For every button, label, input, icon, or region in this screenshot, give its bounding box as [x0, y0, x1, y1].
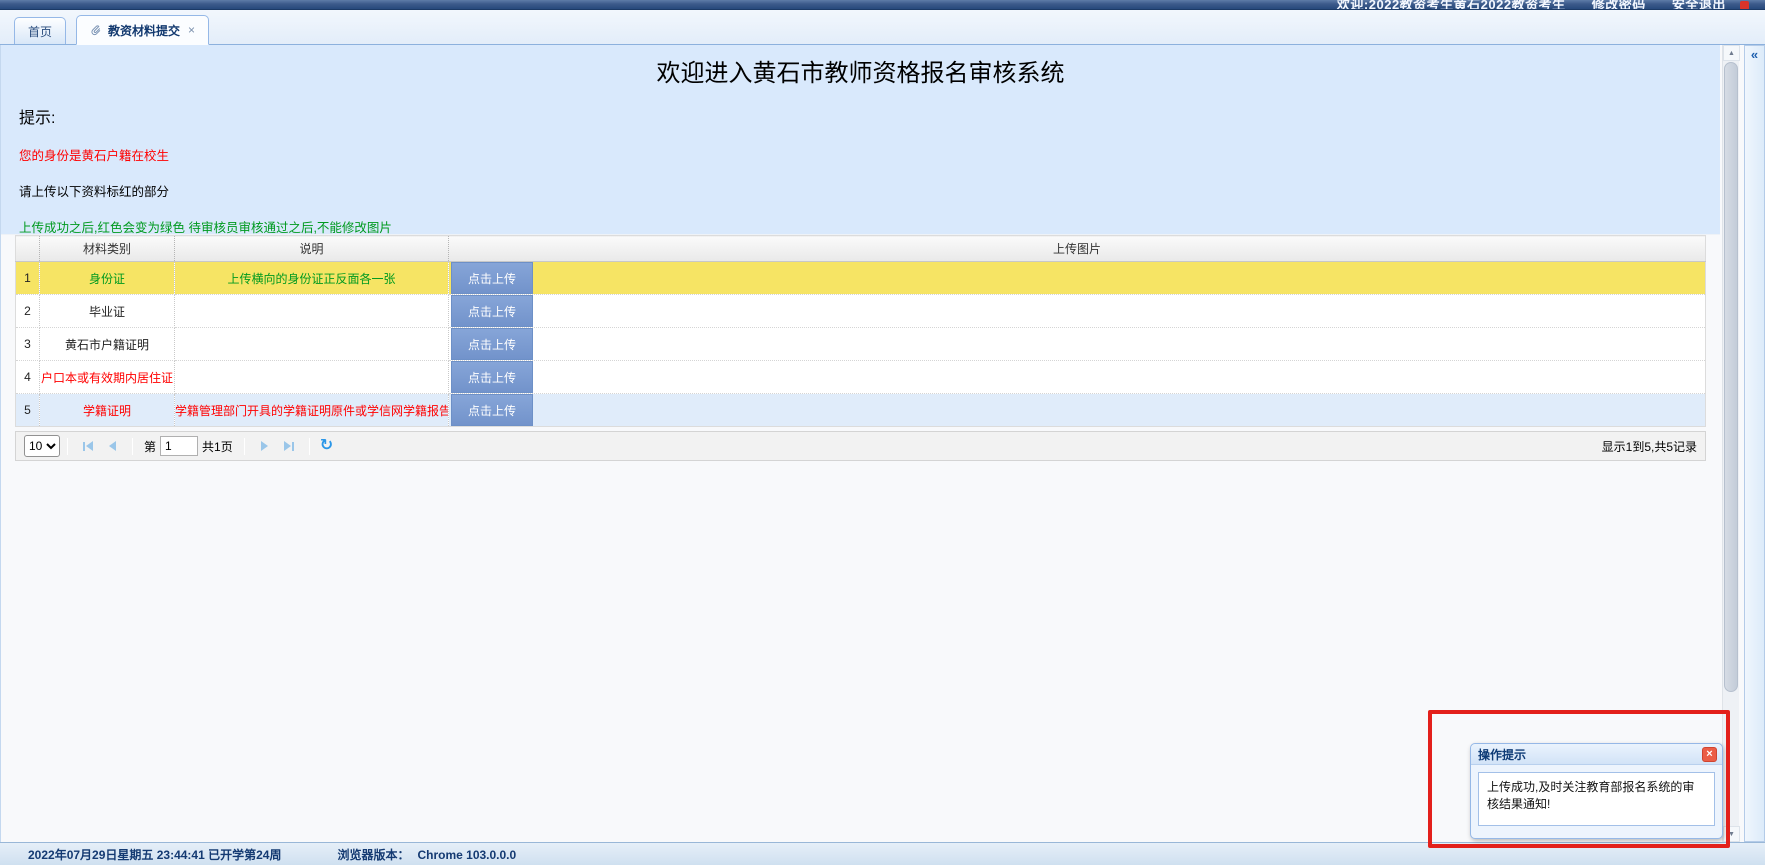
material-category: 身份证 [40, 262, 175, 295]
east-collapse-panel[interactable]: « [1744, 45, 1765, 842]
collapse-left-icon[interactable]: « [1751, 47, 1758, 62]
next-page-button[interactable] [252, 435, 277, 457]
table-header-row: 材料类别 说明 上传图片 [16, 236, 1706, 262]
material-description [175, 328, 449, 361]
material-description: 学籍管理部门开具的学籍证明原件或学信网学籍报告 [175, 394, 449, 427]
pager-separator [132, 438, 133, 455]
last-page-button[interactable] [277, 435, 302, 457]
status-browser-value: Chrome 103.0.0.0 [417, 848, 516, 862]
upload-cell: 点击上传 [449, 295, 1706, 328]
tab-bar: 首页 教资材料提交 × [0, 10, 1765, 45]
material-description [175, 361, 449, 394]
tips-label: 提示: [19, 104, 1720, 128]
row-index: 5 [16, 394, 40, 427]
popup-title: 操作提示 [1478, 746, 1526, 763]
table-row: 3 黄石市户籍证明 点击上传 [16, 328, 1706, 361]
close-icon[interactable]: × [1702, 747, 1717, 762]
pager-separator [309, 438, 310, 455]
table-row: 5 学籍证明 学籍管理部门开具的学籍证明原件或学信网学籍报告 点击上传 [16, 394, 1706, 427]
material-category: 户口本或有效期内居住证 [40, 361, 175, 394]
logout-link[interactable]: 安全退出 [1672, 0, 1726, 10]
vertical-scrollbar[interactable]: ▲ ▼ [1722, 45, 1739, 842]
row-index: 2 [16, 295, 40, 328]
tab-home[interactable]: 首页 [14, 17, 66, 44]
upload-cell: 点击上传 [449, 262, 1706, 295]
pager-separator [67, 438, 68, 455]
page-size-select[interactable]: 10 [24, 435, 60, 457]
popup-message: 上传成功,及时关注教育部报名系统的审核结果通知! [1478, 772, 1715, 826]
message-window-body: 上传成功,及时关注教育部报名系统的审核结果通知! [1471, 765, 1722, 833]
scrollbar-thumb[interactable] [1724, 62, 1738, 692]
scroll-up-icon[interactable]: ▲ [1723, 45, 1740, 61]
upload-cell: 点击上传 [449, 328, 1706, 361]
prev-page-button[interactable] [100, 435, 125, 457]
pager-summary: 显示1到5,共5记录 [1602, 438, 1697, 455]
status-browser-label: 浏览器版本： [337, 848, 409, 862]
tab-content-panel: 欢迎进入黄石市教师资格报名审核系统 提示: 您的身份是黄石户籍在校生 请上传以下… [0, 45, 1720, 842]
first-page-button[interactable] [75, 435, 100, 457]
paperclip-icon [90, 24, 102, 37]
logout-icon [1740, 1, 1749, 10]
welcome-text: 欢迎:2022教资考生黄石2022教资考生 [1337, 0, 1566, 10]
page-number-input[interactable] [160, 436, 198, 456]
topbar: 欢迎:2022教资考生黄石2022教资考生 修改密码 安全退出 [0, 0, 1765, 10]
table-row: 1 身份证 上传横向的身份证正反面各一张 点击上传 [16, 262, 1706, 295]
table-row: 2 毕业证 点击上传 [16, 295, 1706, 328]
last-page-icon [284, 441, 291, 451]
message-window-header: 操作提示 × [1471, 744, 1722, 765]
upload-button[interactable]: 点击上传 [451, 361, 533, 393]
tip-upload-status: 上传成功之后,红色会变为绿色 待审核员审核通过之后,不能修改图片 [19, 217, 1720, 236]
tip-upload-required: 请上传以下资料标红的部分 [19, 181, 1720, 200]
tip-identity: 您的身份是黄石户籍在校生 [19, 145, 1720, 164]
hints-section: 欢迎进入黄石市教师资格报名审核系统 提示: 您的身份是黄石户籍在校生 请上传以下… [1, 45, 1720, 235]
column-header-category: 材料类别 [40, 236, 175, 262]
row-index: 1 [16, 262, 40, 295]
row-index: 3 [16, 328, 40, 361]
page-label: 第 [144, 438, 156, 455]
pager: 10 第 共1页 ↻ 显示1到5,共5记录 [15, 431, 1706, 461]
status-bar: 2022年07月29日星期五 23:44:41 已开学第24周 浏览器版本： Ch… [0, 842, 1765, 865]
column-header-description: 说明 [175, 236, 449, 262]
prev-page-icon [109, 441, 116, 451]
tab-materials-label: 教资材料提交 [108, 22, 180, 39]
status-datetime: 2022年07月29日星期五 23:44:41 已开学第24周 [28, 846, 281, 863]
first-page-icon [86, 441, 93, 451]
material-category: 黄石市户籍证明 [40, 328, 175, 361]
material-category: 学籍证明 [40, 394, 175, 427]
scroll-down-icon[interactable]: ▼ [1723, 826, 1740, 842]
materials-table: 材料类别 说明 上传图片 1 身份证 上传横向的身份证正反面各一张 点击上传 2… [15, 235, 1706, 427]
refresh-icon[interactable]: ↻ [320, 438, 333, 454]
upload-cell: 点击上传 [449, 361, 1706, 394]
change-password-link[interactable]: 修改密码 [1592, 0, 1646, 10]
column-header-index [16, 236, 40, 262]
upload-button[interactable]: 点击上传 [451, 295, 533, 327]
tab-close-icon[interactable]: × [188, 25, 195, 35]
upload-button[interactable]: 点击上传 [451, 328, 533, 360]
upload-button[interactable]: 点击上传 [451, 262, 533, 294]
material-category: 毕业证 [40, 295, 175, 328]
message-window: 操作提示 × 上传成功,及时关注教育部报名系统的审核结果通知! [1470, 743, 1723, 839]
table-row: 4 户口本或有效期内居住证 点击上传 [16, 361, 1706, 394]
tab-home-label: 首页 [28, 23, 52, 40]
material-description [175, 295, 449, 328]
upload-cell: 点击上传 [449, 394, 1706, 427]
column-header-upload: 上传图片 [449, 236, 1706, 262]
row-index: 4 [16, 361, 40, 394]
page-title: 欢迎进入黄石市教师资格报名审核系统 [1, 45, 1720, 88]
material-description: 上传横向的身份证正反面各一张 [175, 262, 449, 295]
pager-separator [244, 438, 245, 455]
next-page-icon [261, 441, 268, 451]
tab-materials[interactable]: 教资材料提交 × [76, 15, 209, 45]
status-browser: 浏览器版本： Chrome 103.0.0.0 [337, 846, 516, 863]
upload-button[interactable]: 点击上传 [451, 394, 533, 426]
total-pages-label: 共1页 [202, 438, 233, 455]
